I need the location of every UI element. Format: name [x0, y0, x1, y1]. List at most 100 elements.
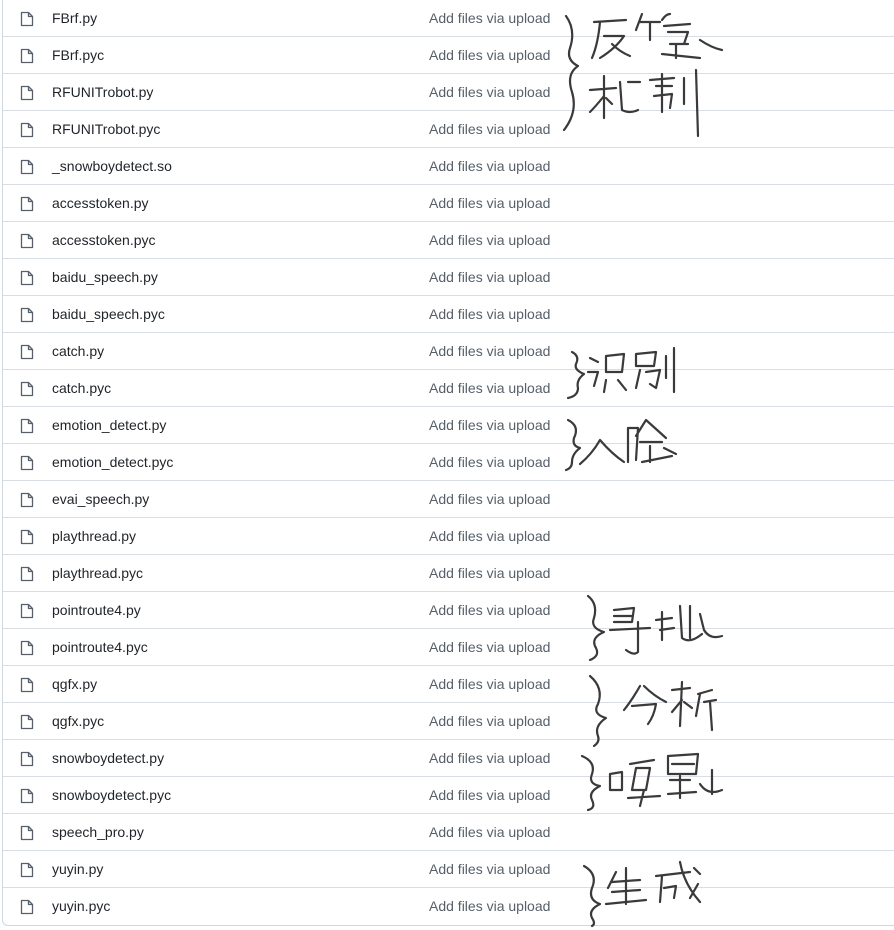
file-icon — [20, 418, 34, 434]
file-row[interactable]: speech_pro.py Add files via upload — [3, 814, 894, 851]
file-row[interactable]: playthread.pyc Add files via upload — [3, 555, 894, 592]
file-row[interactable]: snowboydetect.py Add files via upload — [3, 740, 894, 777]
file-row[interactable]: qgfx.pyc Add files via upload — [3, 703, 894, 740]
file-row[interactable]: emotion_detect.py Add files via upload — [3, 407, 894, 444]
file-name-link[interactable]: accesstoken.py — [52, 185, 149, 221]
file-name-link[interactable]: baidu_speech.pyc — [52, 296, 165, 332]
commit-message-link[interactable]: Add files via upload — [429, 666, 550, 702]
commit-message-link[interactable]: Add files via upload — [429, 333, 550, 369]
file-row[interactable]: catch.py Add files via upload — [3, 333, 894, 370]
commit-message-link[interactable]: Add files via upload — [429, 703, 550, 739]
file-icon — [20, 529, 34, 545]
file-row[interactable]: RFUNITrobot.py Add files via upload — [3, 74, 894, 111]
file-row[interactable]: pointroute4.pyc Add files via upload — [3, 629, 894, 666]
file-icon — [20, 233, 34, 249]
file-name-link[interactable]: FBrf.py — [52, 0, 97, 36]
commit-message-link[interactable]: Add files via upload — [429, 888, 550, 924]
commit-message-link[interactable]: Add files via upload — [429, 592, 550, 628]
file-row[interactable]: RFUNITrobot.pyc Add files via upload — [3, 111, 894, 148]
file-icon — [20, 603, 34, 619]
file-icon — [20, 455, 34, 471]
commit-message-link[interactable]: Add files via upload — [429, 851, 550, 887]
file-name-link[interactable]: snowboydetect.py — [52, 740, 164, 776]
file-icon — [20, 381, 34, 397]
file-icon — [20, 122, 34, 138]
file-icon — [20, 196, 34, 212]
file-row[interactable]: catch.pyc Add files via upload — [3, 370, 894, 407]
commit-message-link[interactable]: Add files via upload — [429, 37, 550, 73]
file-name-link[interactable]: RFUNITrobot.pyc — [52, 111, 160, 147]
file-name-link[interactable]: speech_pro.py — [52, 814, 144, 850]
file-icon — [20, 751, 34, 767]
file-name-link[interactable]: qgfx.pyc — [52, 703, 104, 739]
commit-message-link[interactable]: Add files via upload — [429, 518, 550, 554]
file-row[interactable]: qgfx.py Add files via upload — [3, 666, 894, 703]
commit-message-link[interactable]: Add files via upload — [429, 407, 550, 443]
file-icon — [20, 492, 34, 508]
file-name-link[interactable]: emotion_detect.pyc — [52, 444, 173, 480]
file-icon — [20, 85, 34, 101]
file-row[interactable]: playthread.py Add files via upload — [3, 518, 894, 555]
commit-message-link[interactable]: Add files via upload — [429, 814, 550, 850]
file-name-link[interactable]: RFUNITrobot.py — [52, 74, 153, 110]
file-icon — [20, 862, 34, 878]
commit-message-link[interactable]: Add files via upload — [429, 74, 550, 110]
commit-message-link[interactable]: Add files via upload — [429, 0, 550, 36]
file-icon — [20, 344, 34, 360]
file-name-link[interactable]: baidu_speech.py — [52, 259, 158, 295]
file-icon — [20, 159, 34, 175]
commit-message-link[interactable]: Add files via upload — [429, 222, 550, 258]
file-icon — [20, 677, 34, 693]
file-icon — [20, 640, 34, 656]
commit-message-link[interactable]: Add files via upload — [429, 740, 550, 776]
commit-message-link[interactable]: Add files via upload — [429, 259, 550, 295]
file-row[interactable]: _snowboydetect.so Add files via upload — [3, 148, 894, 185]
commit-message-link[interactable]: Add files via upload — [429, 481, 550, 517]
file-icon — [20, 270, 34, 286]
file-name-link[interactable]: catch.pyc — [52, 370, 111, 406]
file-name-link[interactable]: emotion_detect.py — [52, 407, 166, 443]
commit-message-link[interactable]: Add files via upload — [429, 629, 550, 665]
file-name-link[interactable]: accesstoken.pyc — [52, 222, 156, 258]
file-name-link[interactable]: playthread.py — [52, 518, 136, 554]
file-icon — [20, 825, 34, 841]
commit-message-link[interactable]: Add files via upload — [429, 444, 550, 480]
file-name-link[interactable]: playthread.pyc — [52, 555, 143, 591]
file-icon — [20, 307, 34, 323]
file-name-link[interactable]: yuyin.py — [52, 851, 103, 887]
file-row[interactable]: pointroute4.py Add files via upload — [3, 592, 894, 629]
file-row[interactable]: accesstoken.py Add files via upload — [3, 185, 894, 222]
file-name-link[interactable]: pointroute4.pyc — [52, 629, 148, 665]
file-name-link[interactable]: yuyin.pyc — [52, 888, 110, 924]
file-name-link[interactable]: catch.py — [52, 333, 104, 369]
file-row[interactable]: baidu_speech.py Add files via upload — [3, 259, 894, 296]
file-row[interactable]: yuyin.pyc Add files via upload — [3, 888, 894, 925]
file-name-link[interactable]: pointroute4.py — [52, 592, 141, 628]
file-row[interactable]: yuyin.py Add files via upload — [3, 851, 894, 888]
commit-message-link[interactable]: Add files via upload — [429, 777, 550, 813]
commit-message-link[interactable]: Add files via upload — [429, 111, 550, 147]
commit-message-link[interactable]: Add files via upload — [429, 370, 550, 406]
file-row[interactable]: FBrf.pyc Add files via upload — [3, 37, 894, 74]
file-icon — [20, 48, 34, 64]
file-row[interactable]: snowboydetect.pyc Add files via upload — [3, 777, 894, 814]
file-row[interactable]: baidu_speech.pyc Add files via upload — [3, 296, 894, 333]
commit-message-link[interactable]: Add files via upload — [429, 148, 550, 184]
file-name-link[interactable]: qgfx.py — [52, 666, 97, 702]
commit-message-link[interactable]: Add files via upload — [429, 555, 550, 591]
file-icon — [20, 11, 34, 27]
commit-message-link[interactable]: Add files via upload — [429, 296, 550, 332]
file-name-link[interactable]: _snowboydetect.so — [52, 148, 172, 184]
file-name-link[interactable]: FBrf.pyc — [52, 37, 104, 73]
file-row[interactable]: evai_speech.py Add files via upload — [3, 481, 894, 518]
file-icon — [20, 714, 34, 730]
file-name-link[interactable]: snowboydetect.pyc — [52, 777, 171, 813]
file-icon — [20, 566, 34, 582]
file-row[interactable]: accesstoken.pyc Add files via upload — [3, 222, 894, 259]
commit-message-link[interactable]: Add files via upload — [429, 185, 550, 221]
file-icon — [20, 788, 34, 804]
file-row[interactable]: emotion_detect.pyc Add files via upload — [3, 444, 894, 481]
file-row[interactable]: FBrf.py Add files via upload — [3, 0, 894, 37]
file-name-link[interactable]: evai_speech.py — [52, 481, 149, 517]
file-icon — [20, 899, 34, 915]
